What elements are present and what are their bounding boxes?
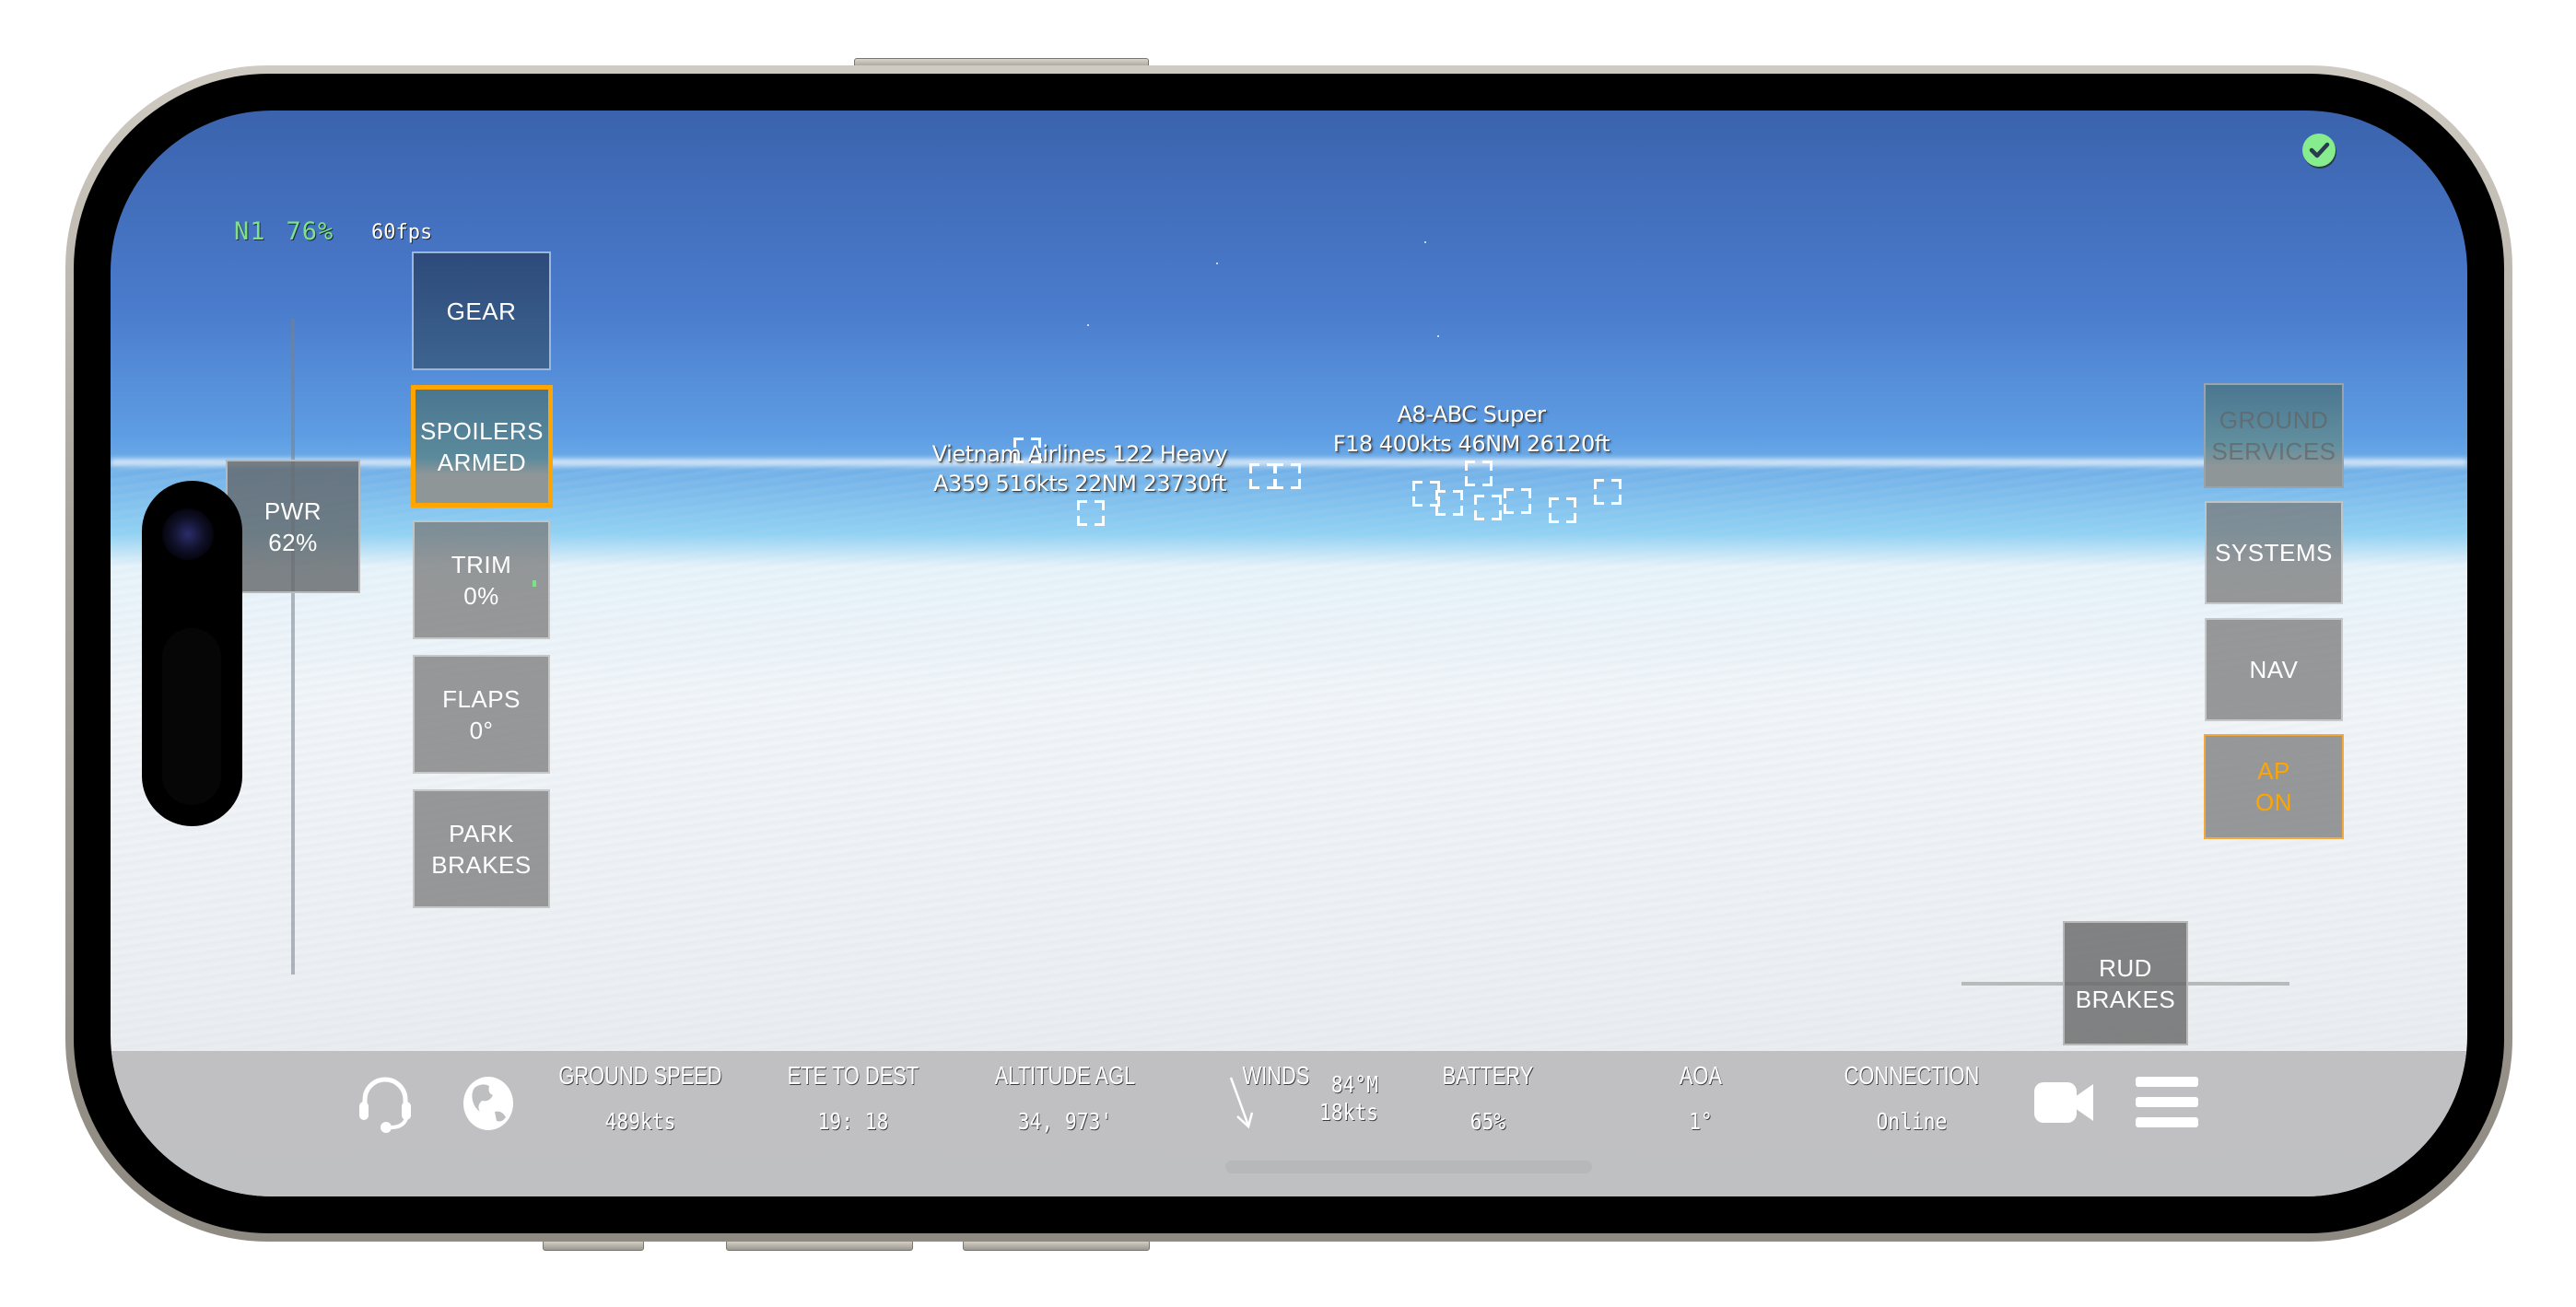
flaps-button[interactable]: FLAPS 0° — [413, 655, 550, 774]
power-label: PWR — [263, 496, 322, 525]
headset-icon[interactable] — [356, 1074, 415, 1133]
park-brakes-button[interactable]: PARK BRAKES — [413, 789, 550, 908]
autopilot-label: AP — [2257, 757, 2290, 785]
autopilot-state: ON — [2255, 788, 2292, 816]
nav-button-label: NAV — [2249, 656, 2299, 683]
throttle-track[interactable] — [291, 319, 295, 974]
park-brakes-line2: BRAKES — [431, 850, 532, 879]
spoilers-button-label: SPOILERS — [419, 416, 544, 445]
flight-view[interactable]: N1 76% 60fps PWR 62% GEAR SPOILERS ARMED … — [111, 111, 2467, 1196]
flaps-button-label: FLAPS — [442, 684, 521, 713]
check-circle-icon[interactable] — [2302, 134, 2336, 167]
stat-label: AOA — [1679, 1061, 1723, 1090]
traffic-label[interactable]: Vietnam Airlines 122 Heavy A359 516kts 2… — [931, 439, 1228, 498]
flaps-button-value: 0° — [469, 716, 494, 744]
stat-label: ALTITUDE AGL — [994, 1061, 1136, 1090]
stat-label: BATTERY — [1442, 1061, 1534, 1090]
stat-value: 19: 18 — [817, 1108, 889, 1135]
traffic-callsign: Vietnam Airlines 122 Heavy — [931, 441, 1228, 467]
traffic-callsign: A8-ABC Super — [1397, 402, 1546, 427]
power-throttle-handle[interactable]: PWR 62% — [226, 460, 360, 593]
n1-readout: N1 76% — [234, 217, 334, 246]
autopilot-button[interactable]: AP ON — [2204, 734, 2344, 839]
stat-value: 489kts — [604, 1108, 676, 1135]
star — [1087, 324, 1089, 326]
rudder-brakes-label: BRAKES — [2075, 985, 2176, 1013]
traffic-marker[interactable] — [1504, 488, 1531, 514]
traffic-marker[interactable] — [1435, 490, 1463, 516]
gear-button-label: GEAR — [446, 297, 517, 325]
rudder-brakes-handle[interactable]: RUD BRAKES — [2063, 921, 2188, 1045]
stat-label: CONNECTION — [1844, 1061, 1980, 1090]
traffic-marker[interactable] — [1594, 479, 1622, 505]
spoilers-button[interactable]: SPOILERS ARMED — [411, 385, 553, 508]
checkmark-glyph — [2309, 142, 2330, 158]
menu-icon[interactable] — [2136, 1077, 2198, 1128]
ground-services-line1: GROUND — [2219, 406, 2329, 434]
fps-counter: 60fps — [371, 221, 433, 244]
bottom-status-bar: GROUND SPEED 489kts ETE TO DEST 19: 18 A… — [111, 1051, 2467, 1196]
stat-value: 34, 973' — [1017, 1108, 1113, 1135]
traffic-label[interactable]: A8-ABC Super F18 400kts 46NM 26120ft — [1333, 400, 1610, 459]
traffic-marker[interactable] — [1465, 461, 1493, 486]
traffic-marker[interactable] — [1273, 463, 1301, 489]
stat-value: 65% — [1469, 1108, 1506, 1135]
gear-button[interactable]: GEAR — [412, 251, 551, 370]
systems-button[interactable]: SYSTEMS — [2205, 501, 2343, 604]
stat-label: ETE TO DEST — [787, 1061, 919, 1090]
nav-button[interactable]: NAV — [2205, 618, 2343, 721]
trim-indicator — [533, 580, 536, 587]
stat-label: GROUND SPEED — [558, 1061, 722, 1090]
power-value: 62% — [268, 528, 318, 556]
wind-readout: 84°M 18kts — [1319, 1071, 1378, 1126]
stat-value: Online — [1876, 1108, 1948, 1135]
camera-icon[interactable] — [2034, 1080, 2095, 1125]
traffic-marker[interactable] — [1549, 497, 1576, 523]
traffic-marker[interactable] — [1077, 500, 1105, 526]
park-brakes-line1: PARK — [449, 819, 514, 847]
traffic-marker[interactable] — [1013, 438, 1041, 463]
systems-button-label: SYSTEMS — [2215, 539, 2333, 566]
traffic-marker[interactable] — [1474, 495, 1502, 520]
trim-button[interactable]: TRIM 0% — [413, 520, 550, 639]
face-id-sensor — [162, 628, 221, 805]
stat-value: 1° — [1689, 1108, 1713, 1135]
traffic-details: F18 400kts 46NM 26120ft — [1332, 431, 1610, 457]
star — [1424, 241, 1426, 243]
ground-services-button[interactable]: GROUND SERVICES — [2204, 383, 2344, 488]
front-camera-icon — [162, 508, 214, 560]
home-indicator[interactable] — [1225, 1161, 1592, 1173]
ground-services-line2: SERVICES — [2211, 438, 2336, 465]
n1-value: 76% — [286, 217, 334, 246]
globe-icon[interactable] — [462, 1075, 515, 1132]
wind-speed: 18kts — [1319, 1099, 1378, 1126]
rudder-label: RUD — [2099, 953, 2152, 982]
wind-direction: 84°M — [1330, 1071, 1378, 1098]
trim-button-value: 0% — [463, 581, 499, 610]
trim-button-label: TRIM — [451, 550, 512, 578]
traffic-details: A359 516kts 22NM 23730ft — [933, 471, 1226, 496]
n1-label: N1 — [234, 217, 266, 246]
dynamic-island — [142, 481, 242, 826]
star — [1437, 335, 1439, 337]
spoilers-button-state: ARMED — [437, 448, 527, 476]
star — [1216, 263, 1218, 264]
wind-arrow-icon — [1229, 1077, 1254, 1129]
